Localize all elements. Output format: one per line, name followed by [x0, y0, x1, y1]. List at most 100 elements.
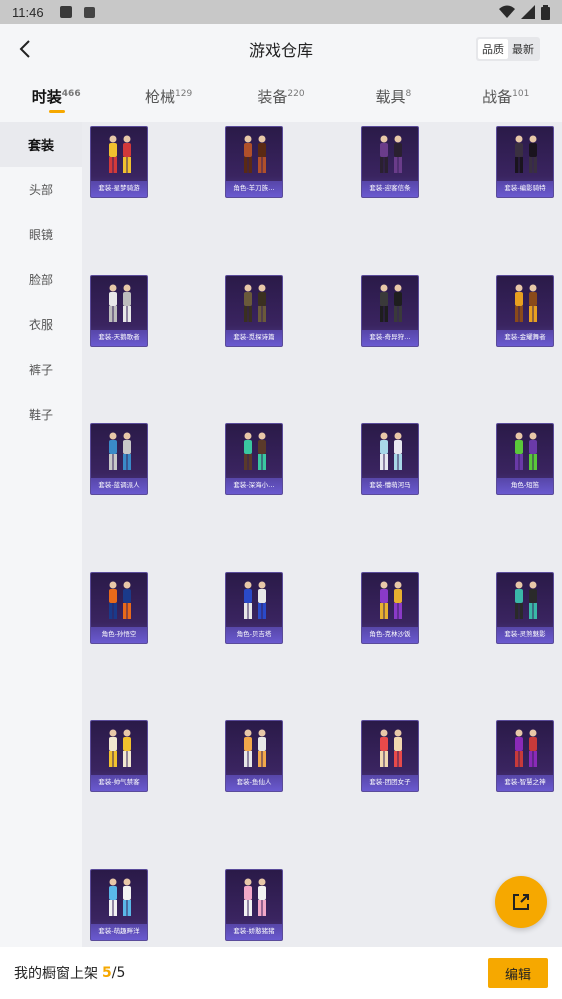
tab-count: 8: [405, 89, 412, 99]
item-label: 套装-奇异狩…: [362, 330, 418, 346]
status-bar: 11:46: [0, 0, 562, 24]
item-card[interactable]: 角色-贝吉塔: [225, 572, 283, 644]
outfit-figure-icon: [244, 284, 266, 322]
tab-4[interactable]: 战备101: [450, 80, 562, 116]
item-card[interactable]: 套装-深海小…: [225, 423, 283, 495]
item-card[interactable]: 套装-金耀舞者: [496, 275, 554, 347]
showcase-count: 5: [102, 965, 112, 981]
tab-0[interactable]: 时装466: [0, 80, 112, 116]
sort-latest[interactable]: 最新: [508, 39, 538, 59]
sort-quality[interactable]: 品质: [478, 39, 508, 59]
item-label: 套装-智慧之神: [497, 775, 553, 791]
share-icon: [513, 894, 529, 910]
item-card[interactable]: 套装-蓝调派人: [90, 423, 148, 495]
item-card[interactable]: 套装-鱼仙人: [225, 720, 283, 792]
tab-label: 装备: [257, 88, 288, 106]
outfit-figure-icon: [244, 878, 266, 916]
item-grid: 套装-星梦骑游 角色-羊刀族… 套装-迎客信条 套装-编影骑特套装-天鹅歌者 套装-觅探…: [82, 122, 562, 947]
tab-count: 101: [512, 89, 530, 99]
item-label: 角色-短笛: [497, 478, 553, 494]
sidebar-item-3[interactable]: 脸部: [0, 257, 82, 302]
sidebar-item-2[interactable]: 眼镜: [0, 212, 82, 257]
sidebar-item-5[interactable]: 裤子: [0, 347, 82, 392]
share-button[interactable]: [495, 876, 547, 928]
item-label: 套装-灵煞魅影: [497, 627, 553, 643]
item-label: 角色-孙悟空: [91, 627, 147, 643]
outfit-figure-icon: [109, 581, 131, 619]
outfit-figure-icon: [380, 729, 402, 767]
item-card[interactable]: 套装-觅探诗篇: [225, 275, 283, 347]
tab-label: 枪械: [144, 88, 175, 106]
item-label: 套装-深海小…: [226, 478, 282, 494]
item-card[interactable]: 套装-星梦骑游: [90, 126, 148, 198]
sidebar-item-6[interactable]: 鞋子: [0, 392, 82, 437]
outfit-figure-icon: [515, 432, 537, 470]
item-label: 角色-羊刀族…: [226, 181, 282, 197]
tab-1[interactable]: 枪械129: [112, 80, 224, 116]
sidebar-item-4[interactable]: 衣服: [0, 302, 82, 347]
header: 游戏仓库 品质 最新: [0, 24, 562, 74]
item-card[interactable]: 角色-羊刀族…: [225, 126, 283, 198]
item-label: 套装-娇憨猪猪: [226, 924, 282, 940]
battery-icon: [541, 4, 550, 20]
item-card[interactable]: 套装-编影骑特: [496, 126, 554, 198]
tab-count: 220: [287, 89, 305, 99]
item-card[interactable]: 套装-帅气禁客: [90, 720, 148, 792]
item-card[interactable]: 套装-智慧之神: [496, 720, 554, 792]
outfit-figure-icon: [515, 581, 537, 619]
item-card[interactable]: 角色-孙悟空: [90, 572, 148, 644]
outfit-figure-icon: [244, 581, 266, 619]
sort-toggle: 品质 最新: [476, 37, 540, 61]
outfit-figure-icon: [244, 729, 266, 767]
item-label: 套装-金耀舞者: [497, 330, 553, 346]
item-card[interactable]: 角色-克林沙饭: [361, 572, 419, 644]
notification-icon: [59, 6, 72, 18]
app-icon: [83, 6, 95, 18]
outfit-figure-icon: [380, 432, 402, 470]
edit-button[interactable]: 编辑: [488, 958, 548, 988]
signal-icon: [521, 5, 535, 19]
item-label: 套装-星梦骑游: [91, 181, 147, 197]
tab-2[interactable]: 装备220: [225, 80, 337, 116]
item-card[interactable]: 套装-懵萌河马: [361, 423, 419, 495]
tab-label: 载具: [375, 88, 406, 106]
item-card[interactable]: 套装-天鹅歌者: [90, 275, 148, 347]
outfit-figure-icon: [244, 135, 266, 173]
item-card[interactable]: 角色-短笛: [496, 423, 554, 495]
item-card[interactable]: 套装-迎客信条: [361, 126, 419, 198]
item-card[interactable]: 套装-萌趣畔洋: [90, 869, 148, 941]
sidebar-item-0[interactable]: 套装: [0, 122, 82, 167]
outfit-figure-icon: [109, 284, 131, 322]
subcategory-sidebar: 套装 头部 眼镜 脸部 衣服 裤子 鞋子: [0, 122, 82, 947]
item-label: 套装-编影骑特: [497, 181, 553, 197]
outfit-figure-icon: [380, 135, 402, 173]
item-card[interactable]: 套装-灵煞魅影: [496, 572, 554, 644]
item-label: 套装-迎客信条: [362, 181, 418, 197]
item-label: 套装-鱼仙人: [226, 775, 282, 791]
item-label: 套装-觅探诗篇: [226, 330, 282, 346]
tab-label: 战备: [482, 88, 513, 106]
sidebar-item-1[interactable]: 头部: [0, 167, 82, 212]
tab-count: 466: [61, 89, 81, 99]
back-arrow-icon[interactable]: [14, 37, 38, 61]
showcase-label: 我的橱窗上架: [14, 966, 98, 982]
category-tabs: 时装466 枪械129 装备220 载具8 战备101: [0, 80, 562, 116]
outfit-figure-icon: [109, 878, 131, 916]
wifi-icon: [499, 5, 515, 18]
item-card[interactable]: 套装-团团女子: [361, 720, 419, 792]
item-card[interactable]: 套装-奇异狩…: [361, 275, 419, 347]
outfit-figure-icon: [109, 729, 131, 767]
outfit-figure-icon: [380, 284, 402, 322]
item-label: 套装-萌趣畔洋: [91, 924, 147, 940]
item-label: 角色-克林沙饭: [362, 627, 418, 643]
showcase-total: 5: [116, 965, 126, 981]
tab-label: 时装: [31, 88, 62, 106]
item-card[interactable]: 套装-娇憨猪猪: [225, 869, 283, 941]
outfit-figure-icon: [515, 729, 537, 767]
item-label: 套装-天鹅歌者: [91, 330, 147, 346]
item-label: 套装-帅气禁客: [91, 775, 147, 791]
outfit-figure-icon: [109, 432, 131, 470]
outfit-figure-icon: [380, 581, 402, 619]
outfit-figure-icon: [515, 135, 537, 173]
tab-3[interactable]: 载具8: [337, 80, 449, 116]
